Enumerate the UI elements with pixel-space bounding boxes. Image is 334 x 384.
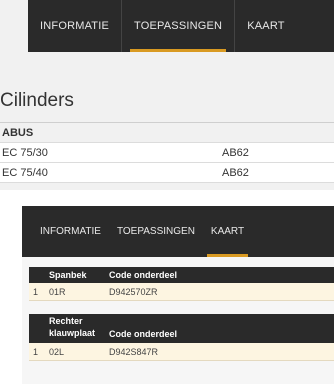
tab-label: KAART [247, 20, 285, 32]
tab-label: INFORMATIE [40, 226, 101, 237]
tab-label: TOEPASSINGEN [134, 20, 223, 32]
table-row[interactable]: EC 75/40 AB62 [0, 163, 334, 183]
bottom-panel: INFORMATIE TOEPASSINGEN KAART Spanbek Co… [22, 206, 334, 384]
tab-toepassingen[interactable]: TOEPASSINGEN [109, 206, 203, 257]
header-line: klauwplaat [49, 328, 96, 338]
tab-bar: INFORMATIE TOEPASSINGEN KAART [22, 206, 334, 257]
table-row[interactable]: EC 75/30 AB62 [0, 143, 334, 163]
col-header-spanbek: Spanbek [49, 270, 87, 280]
tab-bar: INFORMATIE TOEPASSINGEN KAART [28, 0, 334, 52]
tab-informatie[interactable]: INFORMATIE [28, 0, 121, 52]
tab-toepassingen[interactable]: TOEPASSINGEN [122, 0, 234, 52]
tab-kaart[interactable]: KAART [235, 0, 296, 52]
code-cell: AB62 [222, 146, 249, 159]
part-code-cell: D942S847R [109, 346, 159, 357]
tab-informatie[interactable]: INFORMATIE [32, 206, 109, 257]
section-title: Cilinders [0, 90, 74, 111]
tab-label: TOEPASSINGEN [116, 226, 195, 237]
tab-label: INFORMATIE [40, 20, 110, 32]
part-name-cell: 01R [49, 286, 66, 297]
code-cell: AB62 [222, 166, 249, 179]
table-header: Rechter klauwplaat Code onderdeel [29, 314, 334, 343]
row-number: 1 [33, 286, 39, 297]
model-cell: EC 75/40 [2, 166, 48, 179]
tab-label: KAART [210, 226, 245, 237]
part-name-cell: 02L [49, 346, 65, 357]
table-group-header: ABUS [0, 123, 334, 143]
table-header: Spanbek Code onderdeel [29, 267, 334, 283]
table-row[interactable]: 1 02L D942S847R [29, 343, 334, 361]
spanbek-table: Spanbek Code onderdeel 1 01R D942570ZR [29, 267, 334, 301]
applications-table: ABUS EC 75/30 AB62 EC 75/40 AB62 [0, 122, 334, 183]
tab-kaart[interactable]: KAART [203, 206, 252, 257]
col-header-rechter-klauwplaat: Rechter klauwplaat [45, 315, 109, 339]
header-line: Rechter [49, 316, 83, 326]
col-header-code: Code onderdeel [109, 270, 178, 280]
rechter-klauwplaat-table: Rechter klauwplaat Code onderdeel 1 02L … [29, 314, 334, 361]
table-row[interactable]: 1 01R D942570ZR [29, 283, 334, 301]
part-code-cell: D942570ZR [109, 286, 158, 297]
model-cell: EC 75/30 [2, 146, 48, 159]
group-label: ABUS [2, 126, 34, 139]
col-header-code: Code onderdeel [109, 329, 178, 339]
top-panel: INFORMATIE TOEPASSINGEN KAART Cilinders … [0, 0, 334, 190]
row-number: 1 [33, 346, 39, 357]
